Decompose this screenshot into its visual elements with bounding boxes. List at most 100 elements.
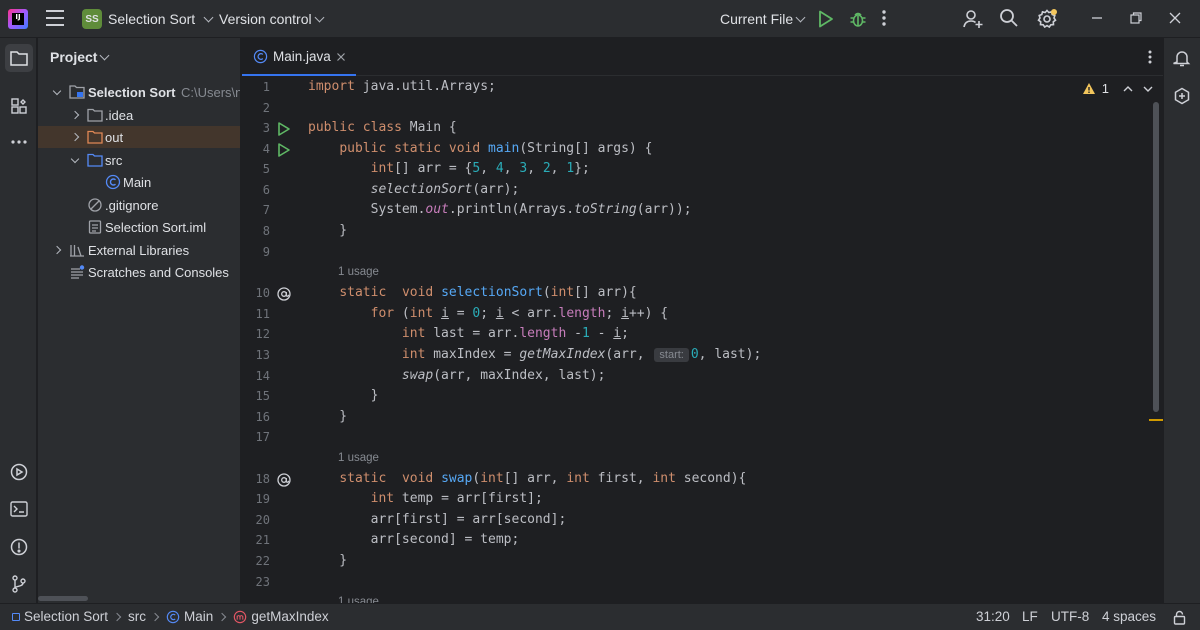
code-line: import java.util.Arrays; bbox=[308, 79, 496, 94]
tree-item-scratches[interactable]: Scratches and Consoles bbox=[38, 261, 240, 283]
chevron-right-icon bbox=[150, 612, 160, 621]
tree-item-src[interactable]: src bbox=[38, 149, 240, 171]
right-tool-strip bbox=[1163, 38, 1200, 603]
run-config-selector[interactable]: Current File bbox=[720, 8, 806, 30]
settings-gear-icon[interactable] bbox=[1037, 8, 1059, 30]
line-number: 5 bbox=[262, 162, 270, 176]
code-line: int[] arr = {5, 4, 3, 2, 1}; bbox=[370, 161, 590, 176]
line-separator[interactable]: LF bbox=[1022, 609, 1038, 624]
breadcrumb-item-project[interactable]: Selection Sort bbox=[24, 609, 108, 624]
java-class-icon bbox=[166, 610, 180, 623]
usage-hint[interactable]: 1 usage bbox=[338, 596, 379, 603]
at-annotation-icon[interactable] bbox=[276, 472, 292, 488]
ai-assistant-icon[interactable] bbox=[1168, 82, 1196, 110]
more-tools-icon[interactable] bbox=[5, 128, 33, 156]
code-line: arr[second] = temp; bbox=[308, 532, 520, 547]
run-gutter-icon[interactable] bbox=[276, 142, 292, 158]
project-switcher[interactable]: SS Selection Sort bbox=[82, 8, 214, 30]
expand-arrow-icon[interactable] bbox=[70, 132, 80, 142]
libraries-icon bbox=[70, 245, 84, 257]
code-line: public class Main { bbox=[308, 120, 457, 135]
expand-arrow-icon[interactable] bbox=[70, 154, 80, 165]
expand-arrow-icon[interactable] bbox=[52, 245, 62, 255]
vcs-widget[interactable]: Version control bbox=[219, 8, 325, 30]
tab-main-java[interactable]: Main.java bbox=[242, 38, 356, 77]
close-tab-icon[interactable] bbox=[336, 52, 346, 62]
readonly-lock-icon[interactable] bbox=[1173, 610, 1186, 625]
minimize-icon[interactable] bbox=[1088, 9, 1106, 27]
code-line: public static void main(String[] args) { bbox=[339, 141, 653, 156]
next-highlight-icon[interactable] bbox=[1143, 81, 1153, 96]
caret-position[interactable]: 31:20 bbox=[976, 609, 1010, 624]
restore-window-icon[interactable] bbox=[1127, 9, 1145, 27]
run-icon[interactable] bbox=[818, 10, 834, 28]
breadcrumb-item-method[interactable]: getMaxIndex bbox=[251, 609, 328, 624]
debug-icon[interactable] bbox=[849, 10, 867, 28]
ignored-file-icon bbox=[88, 198, 102, 212]
module-icon bbox=[12, 612, 20, 621]
chevron-right-icon bbox=[112, 612, 122, 621]
add-user-icon[interactable] bbox=[962, 8, 984, 30]
line-number: 10 bbox=[255, 286, 270, 300]
usage-hint[interactable]: 1 usage bbox=[338, 266, 379, 278]
line-number: 7 bbox=[262, 203, 270, 217]
tree-item-gitignore[interactable]: .gitignore bbox=[38, 194, 240, 216]
project-horizontal-scrollbar[interactable] bbox=[38, 596, 88, 601]
chevron-down-icon bbox=[100, 50, 110, 60]
usage-hint[interactable]: 1 usage bbox=[338, 452, 379, 464]
structure-tool-icon[interactable] bbox=[5, 92, 33, 120]
tree-item-selection-sort[interactable]: Selection Sort C:\Users\n bbox=[38, 81, 240, 103]
code-line: } bbox=[308, 553, 348, 568]
line-number: 23 bbox=[255, 575, 270, 589]
app-logo-text: IJ bbox=[12, 13, 24, 25]
chevron-down-icon bbox=[314, 12, 325, 22]
more-vertical-icon[interactable] bbox=[1147, 49, 1153, 68]
tree-item-out[interactable]: out bbox=[38, 126, 240, 148]
breadcrumb-item-src[interactable]: src bbox=[128, 609, 146, 624]
line-number: 8 bbox=[262, 224, 270, 238]
breadcrumb-item-class[interactable]: Main bbox=[184, 609, 213, 624]
code-editor[interactable]: 1 1 2 3 4 5 6 7 8 9 10 11 12 13 14 15 16… bbox=[242, 76, 1163, 603]
scroll-warning-marker[interactable] bbox=[1149, 419, 1163, 421]
tree-item-external-libraries[interactable]: External Libraries bbox=[38, 239, 240, 261]
tree-item-label: Selection Sort bbox=[88, 84, 176, 100]
tree-item-label: Main bbox=[123, 174, 152, 190]
line-number: 15 bbox=[255, 389, 270, 403]
notifications-bell-icon[interactable] bbox=[1168, 44, 1196, 72]
tree-item-label: Selection Sort.iml bbox=[105, 219, 207, 235]
expand-arrow-icon[interactable] bbox=[70, 110, 80, 120]
services-run-icon[interactable] bbox=[5, 458, 33, 486]
more-vertical-icon[interactable] bbox=[881, 9, 887, 27]
close-window-icon[interactable] bbox=[1166, 9, 1184, 27]
tree-item-iml[interactable]: Selection Sort.iml bbox=[38, 216, 240, 238]
line-number: 22 bbox=[255, 554, 270, 568]
line-number: 4 bbox=[262, 142, 270, 156]
inspection-widget[interactable]: 1 bbox=[1082, 81, 1153, 96]
line-number: 19 bbox=[255, 492, 270, 506]
app-logo-icon[interactable]: IJ bbox=[8, 9, 28, 29]
code-line: } bbox=[308, 223, 348, 238]
at-annotation-icon[interactable] bbox=[276, 286, 292, 302]
java-class-icon bbox=[105, 174, 121, 190]
problems-icon[interactable] bbox=[5, 533, 33, 561]
expand-arrow-icon[interactable] bbox=[52, 86, 62, 97]
terminal-icon[interactable] bbox=[5, 495, 33, 523]
code-line: static void swap(int[] arr, int first, i… bbox=[339, 471, 747, 486]
line-number: 17 bbox=[255, 430, 270, 444]
line-number: 3 bbox=[262, 121, 270, 135]
editor-vertical-scrollbar[interactable] bbox=[1153, 102, 1159, 412]
project-panel-header[interactable]: Project bbox=[50, 49, 110, 65]
scratches-icon bbox=[71, 265, 85, 279]
tree-item-idea[interactable]: .idea bbox=[38, 104, 240, 126]
left-tool-strip bbox=[0, 38, 37, 603]
git-branch-icon[interactable] bbox=[5, 570, 33, 598]
search-icon[interactable] bbox=[999, 8, 1019, 28]
project-tool-icon[interactable] bbox=[5, 44, 33, 72]
run-gutter-icon[interactable] bbox=[276, 121, 292, 137]
main-menu-icon[interactable] bbox=[46, 10, 64, 26]
code-line: int maxIndex = getMaxIndex(arr, start: 0,… bbox=[401, 347, 762, 362]
file-encoding[interactable]: UTF-8 bbox=[1051, 609, 1089, 624]
tree-item-main[interactable]: Main bbox=[38, 171, 240, 193]
previous-highlight-icon[interactable] bbox=[1123, 81, 1133, 96]
indent-setting[interactable]: 4 spaces bbox=[1102, 609, 1156, 624]
